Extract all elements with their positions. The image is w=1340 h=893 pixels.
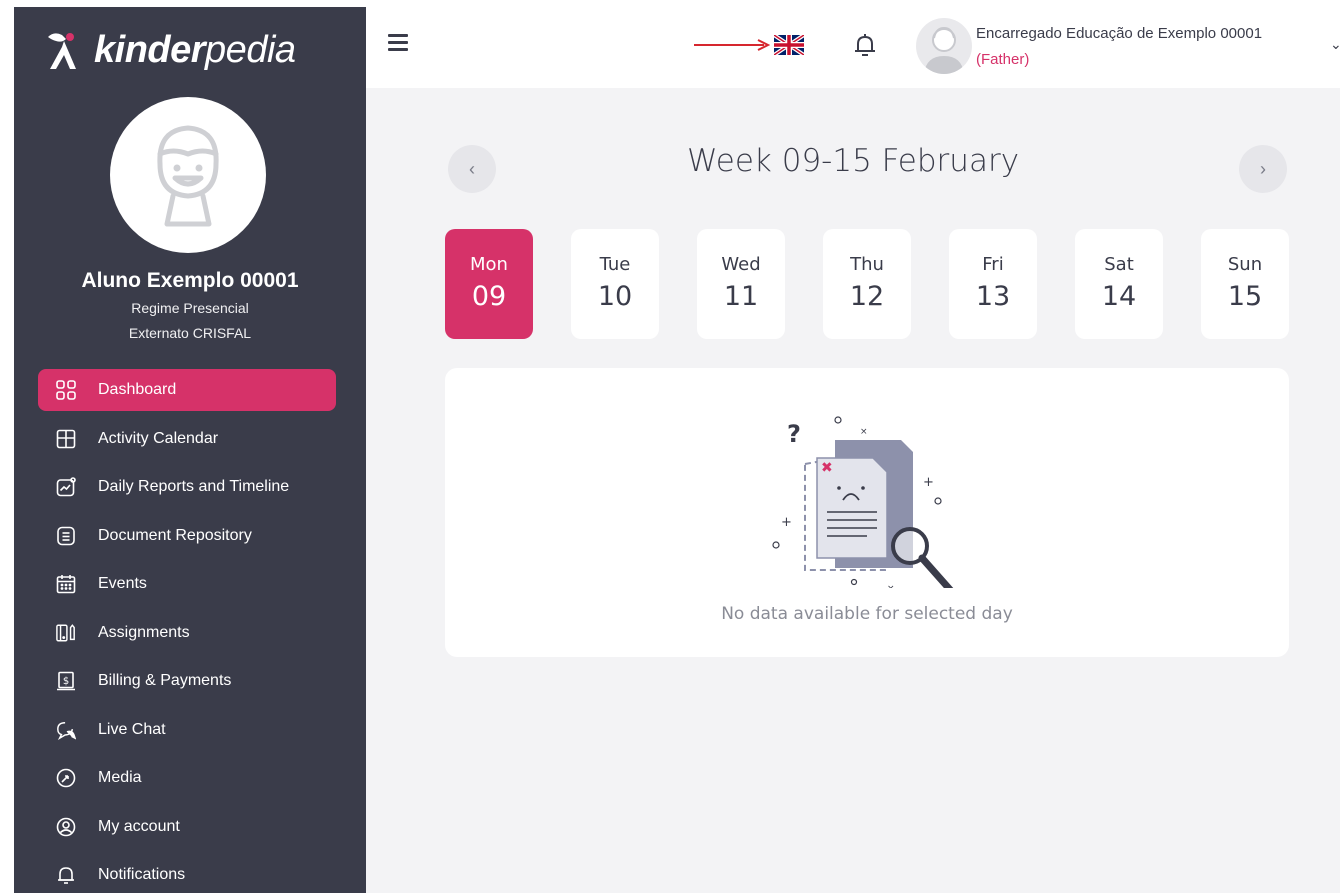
sidebar-item-label: Media <box>98 769 142 786</box>
day-name: Sat <box>1104 254 1134 275</box>
day-name: Fri <box>982 254 1004 275</box>
day-fri[interactable]: Fri 13 <box>949 229 1037 339</box>
sidebar-item-document-repository[interactable]: Document Repository <box>38 515 336 557</box>
account-icon <box>56 817 76 837</box>
day-sat[interactable]: Sat 14 <box>1075 229 1163 339</box>
day-number: 12 <box>849 281 885 312</box>
dashboard-grid-icon <box>56 380 76 400</box>
events-calendar-icon <box>56 574 76 594</box>
media-icon <box>56 768 76 788</box>
logo-text-bold: kinder <box>94 29 206 71</box>
bell-icon <box>56 865 76 885</box>
sidebar-item-notifications[interactable]: Notifications <box>38 854 336 893</box>
sidebar-item-media[interactable]: Media <box>38 757 336 799</box>
sidebar-item-label: Document Repository <box>98 526 252 544</box>
sidebar-nav: Dashboard Activity Calendar Daily Report… <box>38 369 336 893</box>
day-thu[interactable]: Thu 12 <box>823 229 911 339</box>
day-number: 10 <box>597 281 633 312</box>
day-name: Wed <box>721 254 761 275</box>
child-avatar-icon <box>157 125 219 227</box>
sidebar-item-label: Notifications <box>98 866 186 883</box>
sidebar-item-label: Assignments <box>98 623 190 641</box>
student-regime: Regime Presencial <box>131 300 249 316</box>
kinderpedia-logo-icon <box>48 33 76 69</box>
student-avatar[interactable] <box>110 97 266 253</box>
day-number: 15 <box>1227 281 1263 312</box>
day-sun[interactable]: Sun 15 <box>1201 229 1289 339</box>
day-tue[interactable]: Tue 10 <box>571 229 659 339</box>
sidebar-item-assignments[interactable]: Assignments <box>38 612 336 654</box>
sidebar-item-label: My account <box>98 817 180 835</box>
student-school: Externato CRISFAL <box>128 325 252 341</box>
chat-icon <box>56 720 76 740</box>
empty-state-card: ? × + + × ✖ No data available for select… <box>445 368 1289 657</box>
day-number: 09 <box>471 281 507 312</box>
sidebar-item-live-chat[interactable]: Live Chat <box>38 709 336 751</box>
sidebar-item-activity-calendar[interactable]: Activity Calendar <box>38 418 336 460</box>
week-title: Week 09-15 February <box>686 143 1020 179</box>
app-logo[interactable]: kinderpedia <box>44 25 296 75</box>
sidebar-item-billing[interactable]: $ Billing & Payments <box>38 660 336 702</box>
empty-state-message: No data available for selected day <box>721 604 1013 624</box>
svg-text:×: × <box>887 584 895 588</box>
student-name: Aluno Exemplo 00001 <box>81 269 299 292</box>
billing-icon: $ <box>56 671 76 691</box>
no-data-illustration-icon: ? × + + × ✖ <box>772 416 954 588</box>
svg-text:+: + <box>781 515 792 530</box>
day-name: Mon <box>470 254 508 275</box>
sidebar-item-label: Events <box>98 575 147 592</box>
day-number: 11 <box>723 281 759 312</box>
next-week-button[interactable]: › <box>1239 145 1287 193</box>
sidebar-item-label: Live Chat <box>98 720 166 738</box>
day-name: Sun <box>1227 254 1263 275</box>
svg-text:$: $ <box>63 676 69 687</box>
logo-text-light: pedia <box>205 29 296 71</box>
svg-text:?: ? <box>787 420 801 448</box>
assignments-icon <box>56 623 76 643</box>
svg-text:+: + <box>923 475 934 490</box>
chart-timeline-icon <box>56 477 76 497</box>
sidebar-item-my-account[interactable]: My account <box>38 806 336 848</box>
svg-text:×: × <box>860 427 868 437</box>
sidebar-item-dashboard[interactable]: Dashboard <box>38 369 336 411</box>
logo-text: kinderpedia <box>94 31 296 69</box>
day-name: Thu <box>850 254 884 275</box>
day-name: Tue <box>599 254 631 275</box>
day-number: 13 <box>975 281 1011 312</box>
day-number: 14 <box>1101 281 1137 312</box>
day-wed[interactable]: Wed 11 <box>697 229 785 339</box>
calendar-grid-icon <box>56 429 76 449</box>
sidebar-item-events[interactable]: Events <box>38 563 336 605</box>
sidebar-item-daily-reports[interactable]: Daily Reports and Timeline <box>38 466 336 508</box>
day-mon[interactable]: Mon 09 <box>445 229 533 339</box>
sidebar-item-label: Dashboard <box>98 381 177 398</box>
sidebar-item-label: Daily Reports and Timeline <box>98 478 290 495</box>
sidebar: kinderpedia Aluno Exemplo 00001 Regime P… <box>14 7 366 893</box>
svg-text:✖: ✖ <box>821 460 833 476</box>
sidebar-item-label: Activity Calendar <box>98 429 219 447</box>
sidebar-item-label: Billing & Payments <box>98 672 232 689</box>
document-icon <box>56 526 76 546</box>
